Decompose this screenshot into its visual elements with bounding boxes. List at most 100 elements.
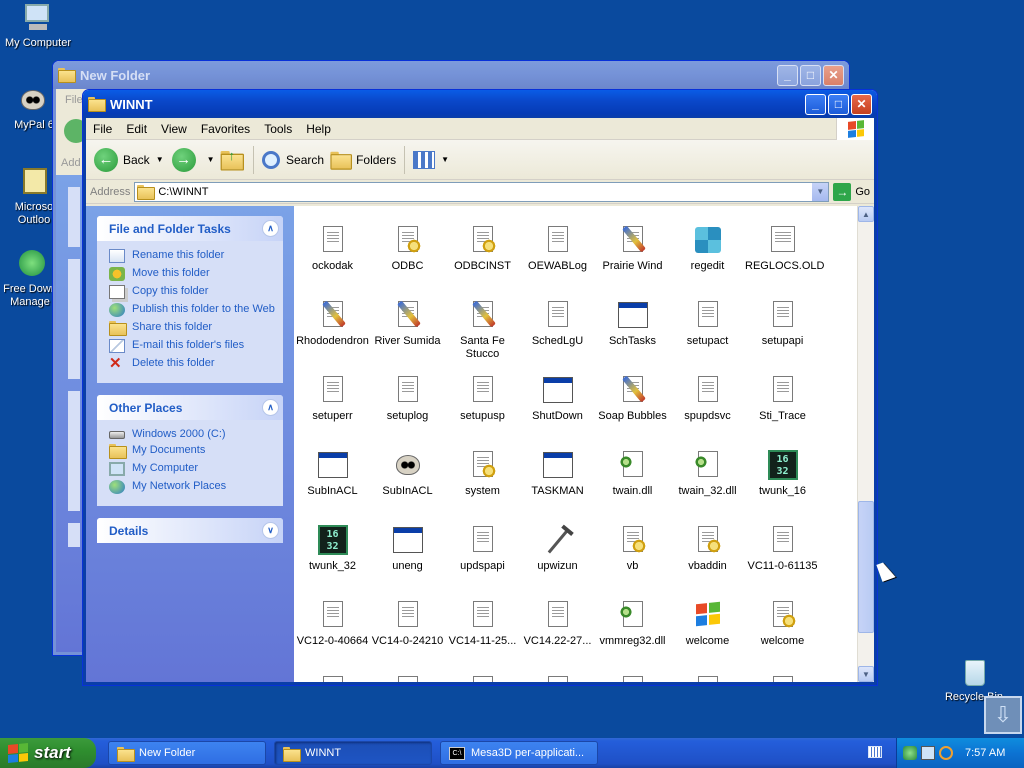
keyboard-icon[interactable] [868, 746, 882, 758]
file-item[interactable]: spupdsvc [670, 374, 745, 423]
place-my-network-places[interactable]: My Network Places [109, 480, 275, 494]
close-button[interactable]: ✕ [823, 64, 844, 86]
file-item[interactable]: welcome [670, 599, 745, 648]
taskbar-item-mesa3d[interactable]: C:\ Mesa3D per-applicati... [440, 741, 598, 765]
file-item[interactable]: vmmreg32.dll [595, 599, 670, 648]
task-email-files[interactable]: E-mail this folder's files [109, 339, 275, 353]
file-item[interactable]: 16 32 twunk_32 [295, 524, 370, 573]
file-item[interactable]: VC12-0-40664 [295, 599, 370, 648]
menu-file[interactable]: File [86, 122, 119, 136]
file-item[interactable]: uneng [370, 524, 445, 573]
file-item-partial[interactable] [745, 674, 820, 682]
details-header[interactable]: Details ∨ [97, 518, 283, 543]
file-item-partial[interactable] [370, 674, 445, 682]
file-item[interactable]: OEWABLog [520, 224, 595, 273]
file-item[interactable]: VC14.22-27... [520, 599, 595, 648]
file-item[interactable]: updspapi [445, 524, 520, 573]
file-item[interactable]: SubInACL [370, 449, 445, 498]
menu-help[interactable]: Help [299, 122, 338, 136]
tray-network-icon[interactable] [921, 746, 935, 760]
menu-tools[interactable]: Tools [257, 122, 299, 136]
file-item[interactable]: SchedLgU [520, 299, 595, 348]
file-item[interactable]: TASKMAN [520, 449, 595, 498]
other-places-header[interactable]: Other Places ∧ [97, 395, 283, 420]
task-rename-folder[interactable]: Rename this folder [109, 249, 275, 263]
file-item[interactable]: upwizun [520, 524, 595, 573]
download-arrow-widget[interactable]: ⇩ [984, 696, 1022, 734]
file-item[interactable]: twain_32.dll [670, 449, 745, 498]
winnt-titlebar[interactable]: WINNT _ □ ✕ [83, 90, 877, 118]
file-item[interactable]: SchTasks [595, 299, 670, 348]
maximize-button[interactable]: □ [800, 64, 821, 86]
file-item[interactable]: Rhododendron [295, 299, 370, 348]
file-item[interactable]: ockodak [295, 224, 370, 273]
scroll-thumb[interactable] [858, 501, 874, 633]
forward-button[interactable]: → ▼ [168, 144, 219, 176]
file-item[interactable]: Prairie Wind [595, 224, 670, 273]
file-item[interactable]: ODBCINST [445, 224, 520, 273]
clock[interactable]: 7:57 AM [965, 747, 1005, 759]
maximize-button[interactable]: □ [828, 93, 849, 115]
task-share-folder[interactable]: Share this folder [109, 321, 275, 336]
task-move-folder[interactable]: Move this folder [109, 267, 275, 281]
tray-search-icon[interactable] [939, 746, 953, 760]
up-folder-button[interactable]: ↑ [219, 144, 250, 176]
file-item[interactable]: River Sumida [370, 299, 445, 348]
file-item[interactable]: welcome [745, 599, 820, 648]
address-field[interactable]: C:\WINNT ▼ [134, 181, 830, 202]
file-item[interactable]: 16 32 twunk_16 [745, 449, 820, 498]
file-item[interactable]: SubInACL [295, 449, 370, 498]
scroll-up-button[interactable]: ▲ [858, 206, 874, 222]
scroll-down-button[interactable]: ▼ [858, 666, 874, 682]
file-item[interactable]: twain.dll [595, 449, 670, 498]
go-button[interactable]: → Go [833, 182, 870, 201]
file-folder-tasks-header[interactable]: File and Folder Tasks ∧ [97, 216, 283, 241]
desktop-icon-free-download-manager[interactable]: Free Down Manage [0, 248, 60, 309]
file-item[interactable]: setupapi [745, 299, 820, 348]
file-item[interactable]: setupact [670, 299, 745, 348]
expand-icon[interactable]: ∨ [262, 522, 279, 539]
file-item[interactable]: REGLOCS.OLD [745, 224, 824, 273]
views-button[interactable]: ▼ [409, 144, 453, 176]
place-my-documents[interactable]: My Documents [109, 444, 275, 459]
forward-dropdown-icon[interactable]: ▼ [207, 155, 215, 164]
file-item-partial[interactable] [295, 674, 370, 682]
file-item[interactable]: VC14-0-24210 [370, 599, 445, 648]
back-dropdown-icon[interactable]: ▼ [156, 155, 164, 164]
file-item-partial[interactable] [445, 674, 520, 682]
file-item[interactable]: Santa Fe Stucco [445, 299, 520, 361]
file-item[interactable]: system [445, 449, 520, 498]
place-windows-2000-c[interactable]: Windows 2000 (C:) [109, 428, 275, 440]
menu-view[interactable]: View [154, 122, 194, 136]
vertical-scrollbar[interactable]: ▲ ▼ [857, 206, 874, 682]
back-button[interactable]: ← Back ▼ [90, 144, 168, 176]
start-button[interactable]: start [0, 738, 96, 768]
close-button[interactable]: ✕ [851, 93, 872, 115]
task-delete-folder[interactable]: ✕ Delete this folder [109, 356, 275, 371]
file-item-partial[interactable] [670, 674, 745, 682]
place-my-computer[interactable]: My Computer [109, 462, 275, 476]
minimize-button[interactable]: _ [805, 93, 826, 115]
file-item[interactable]: Sti_Trace [745, 374, 820, 423]
desktop-icon-my-computer[interactable]: My Computer [0, 2, 76, 50]
task-publish-web[interactable]: Publish this folder to the Web [109, 303, 275, 317]
taskbar-item-winnt[interactable]: WINNT [274, 741, 432, 765]
file-item[interactable]: ShutDown [520, 374, 595, 423]
file-item-partial[interactable] [595, 674, 670, 682]
menu-favorites[interactable]: Favorites [194, 122, 257, 136]
taskbar-item-new-folder[interactable]: New Folder [108, 741, 266, 765]
tray-green-icon[interactable] [903, 746, 917, 760]
file-item[interactable]: setuplog [370, 374, 445, 423]
file-item-partial[interactable] [520, 674, 595, 682]
address-dropdown-icon[interactable]: ▼ [811, 182, 829, 201]
file-item[interactable]: Soap Bubbles [595, 374, 670, 423]
minimize-button[interactable]: _ [777, 64, 798, 86]
file-item[interactable]: setuperr [295, 374, 370, 423]
folders-button[interactable]: Folders [328, 144, 400, 176]
winnt-window[interactable]: WINNT _ □ ✕ File Edit View Favorites Too… [82, 89, 878, 686]
task-copy-folder[interactable]: Copy this folder [109, 285, 275, 299]
collapse-icon[interactable]: ∧ [262, 220, 279, 237]
menu-edit[interactable]: Edit [119, 122, 154, 136]
file-item[interactable]: setupusp [445, 374, 520, 423]
new-folder-titlebar[interactable]: New Folder _ □ ✕ [53, 61, 849, 89]
